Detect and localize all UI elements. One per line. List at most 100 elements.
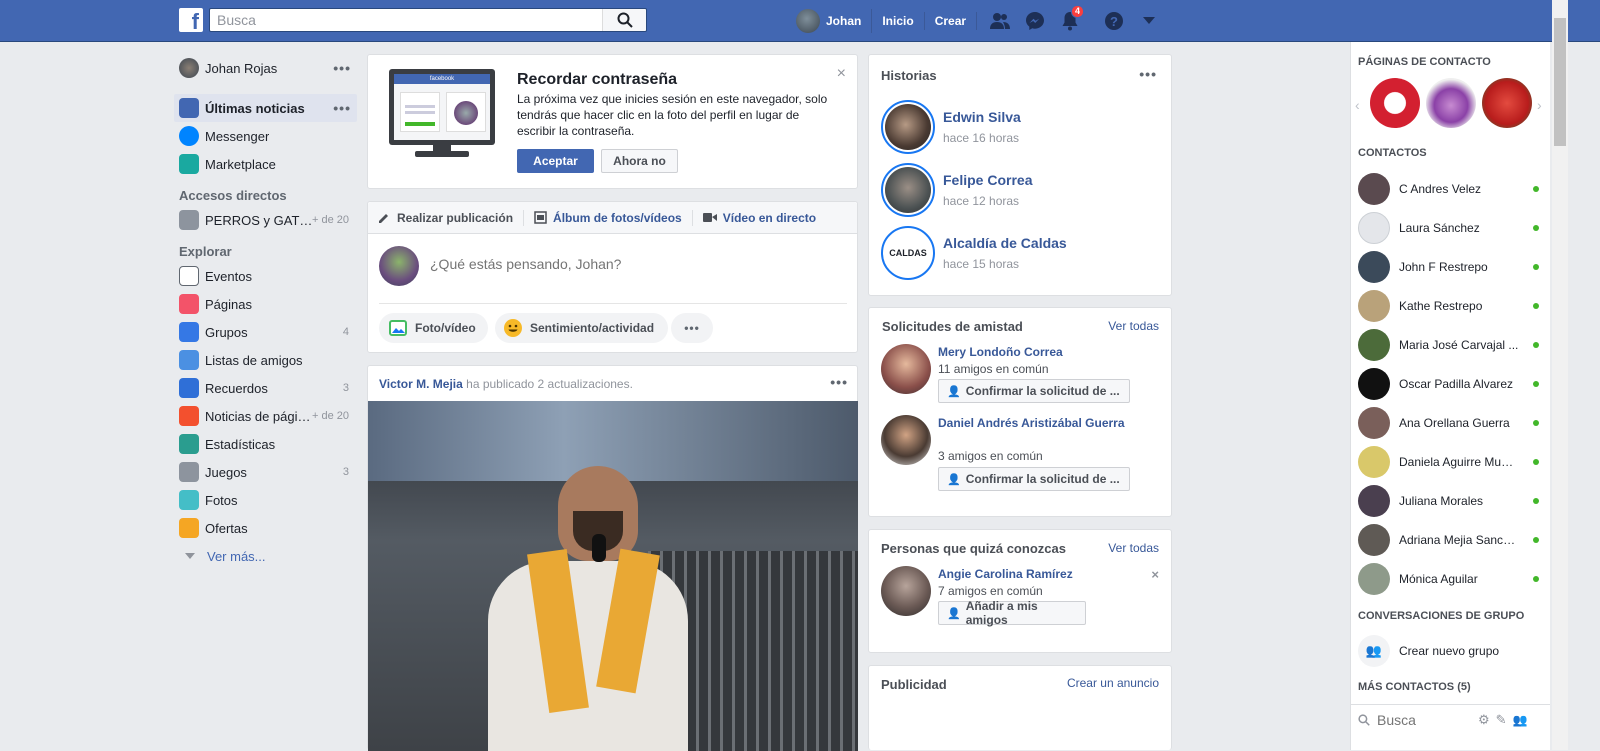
sidebar-item-label: Páginas [205,296,252,312]
chevron-down-icon[interactable] [1137,9,1161,33]
add-friend-button[interactable]: 👤 Añadir a mis amigos [938,599,1086,627]
sidebar-item-events[interactable]: Eventos [174,262,357,290]
sidebar-item-games[interactable]: Juegos 3 [174,458,357,486]
chevron-right-icon[interactable]: › [1537,97,1542,113]
sidebar-item-memories[interactable]: Recuerdos 3 [174,374,357,402]
composer-input[interactable] [430,256,830,272]
create-group-button[interactable]: 👥 Crear nuevo grupo [1351,631,1550,670]
mutual-friends-text: 11 amigos en común [938,362,1049,376]
contact-item[interactable]: Juliana Morales [1351,481,1550,520]
contact-item[interactable]: Kathe Restrepo [1351,286,1550,325]
sidebar-item-news-feed[interactable]: Últimas noticias ••• [174,94,357,122]
photo-icon [389,320,407,336]
post-options-icon[interactable]: ••• [830,374,848,390]
sidebar-item-messenger[interactable]: Messenger [174,122,357,150]
pymk-name[interactable]: Angie Carolina Ramírez [938,567,1073,581]
sidebar-item-photos[interactable]: Fotos [174,486,357,514]
sidebar-item-pages-feed[interactable]: Noticias de pági… + de 20 [174,402,357,430]
chat-search-input[interactable] [1377,711,1472,728]
friend-requests-icon[interactable] [988,9,1012,33]
compose-icon[interactable]: ✎ [1496,712,1507,728]
see-all-link[interactable]: Ver todas [1108,319,1159,333]
feeling-activity-button[interactable]: Sentimiento/actividad [495,313,669,343]
story-item[interactable]: Felipe Correa hace 12 horas [881,158,1067,221]
facebook-logo-icon[interactable]: f [179,8,203,32]
scrollbar-thumb[interactable] [1554,18,1566,146]
story-item[interactable]: CALDAS Alcaldía de Caldas hace 15 horas [881,221,1067,284]
search-button[interactable] [602,9,646,31]
tab-live-video[interactable]: Vídeo en directo [702,211,816,225]
search-box[interactable] [209,8,647,32]
marketplace-icon [179,154,199,174]
accept-button[interactable]: Aceptar [517,149,594,173]
create-link[interactable]: Crear [925,12,978,30]
contact-page-avatar[interactable] [1482,78,1532,128]
contact-item[interactable]: Maria José Carvajal ... [1351,325,1550,364]
sidebar-item-friend-lists[interactable]: Listas de amigos [174,346,357,374]
more-options-icon[interactable]: ••• [671,313,713,343]
online-status-icon [1533,263,1539,270]
friend-request-name[interactable]: Daniel Andrés Aristizábal Guerra [938,415,1128,432]
contact-item[interactable]: Laura Sánchez [1351,208,1550,247]
search-icon [617,12,633,28]
story-name[interactable]: Edwin Silva [943,109,1021,125]
decline-button[interactable]: Ahora no [601,149,678,173]
tab-create-post[interactable]: Realizar publicación [378,211,513,225]
photo-video-label: Foto/vídeo [415,321,476,335]
contact-item[interactable]: C Andres Velez [1351,169,1550,208]
post-video[interactable] [368,401,858,751]
see-all-link[interactable]: Ver todas [1108,541,1159,555]
sidebar-item-marketplace[interactable]: Marketplace [174,150,357,178]
search-input[interactable] [210,9,600,31]
contact-item[interactable]: Mónica Aguilar [1351,559,1550,598]
stories-options-icon[interactable]: ••• [1139,66,1157,82]
story-item[interactable]: Edwin Silva hace 16 horas [881,95,1067,158]
contact-item[interactable]: Daniela Aguirre Muñoz [1351,442,1550,481]
contact-page-avatar[interactable] [1370,78,1420,128]
profile-link[interactable]: Johan [796,9,873,33]
contact-item[interactable]: John F Restrepo [1351,247,1550,286]
friend-request-name[interactable]: Mery Londoño Correa [938,345,1063,359]
sidebar-item-stats[interactable]: Estadísticas [174,430,357,458]
more-options-icon[interactable]: ••• [333,60,351,76]
close-icon[interactable]: × [837,65,846,83]
story-name[interactable]: Felipe Correa [943,172,1032,188]
sidebar-item-profile[interactable]: Johan Rojas ••• [174,54,357,82]
close-icon[interactable]: × [1151,567,1159,582]
post-author-link[interactable]: Victor M. Mejia [379,377,463,391]
contact-item[interactable]: Oscar Padilla Alvarez [1351,364,1550,403]
home-link[interactable]: Inicio [872,12,925,30]
chevron-left-icon[interactable]: ‹ [1355,97,1360,113]
sidebar-item-label: PERROS y GAT… [205,212,313,228]
online-status-icon [1533,419,1539,426]
create-ad-link[interactable]: Crear un anuncio [1067,676,1159,690]
tab-photo-album[interactable]: Álbum de fotos/vídeos [534,211,682,225]
gear-icon[interactable]: ⚙ [1478,712,1490,728]
people-you-may-know-card: Personas que quizá conozcas Ver todas An… [868,529,1172,653]
contact-page-avatar[interactable] [1426,78,1476,128]
games-icon [179,462,199,482]
avatar [881,415,931,465]
sidebar-item-offers[interactable]: Ofertas [174,514,357,542]
help-icon[interactable]: ? [1102,9,1126,33]
confirm-request-button[interactable]: 👤 Confirmar la solicitud de ... [938,467,1130,491]
story-name[interactable]: Alcaldía de Caldas [943,235,1067,251]
sidebar-item-shortcut[interactable]: PERROS y GAT… + de 20 [174,206,357,234]
sidebar-item-pages[interactable]: Páginas [174,290,357,318]
stories-list: Edwin Silva hace 16 horas Felipe Correa hac… [881,95,1067,284]
more-options-icon[interactable]: ••• [333,100,351,116]
story-avatar: CALDAS [881,225,935,280]
confirm-request-button[interactable]: 👤 Confirmar la solicitud de ... [938,379,1130,403]
new-group-icon[interactable]: 👥 [1513,713,1528,727]
contact-item[interactable]: Adriana Mejia Sanchez [1351,520,1550,559]
stories-title: Historias [881,68,937,83]
sidebar-item-groups[interactable]: Grupos 4 [174,318,357,346]
notifications-icon[interactable]: 4 [1058,5,1085,33]
contact-item[interactable]: Ana Orellana Guerra [1351,403,1550,442]
messenger-icon[interactable] [1023,9,1047,33]
sidebar-item-count: 4 [342,326,349,338]
photo-video-button[interactable]: Foto/vídeo [379,313,488,343]
see-more-link[interactable]: Ver más... [174,542,357,570]
friend-requests-card: Solicitudes de amistad Ver todas Mery Lo… [868,307,1172,517]
avatar [179,58,199,78]
